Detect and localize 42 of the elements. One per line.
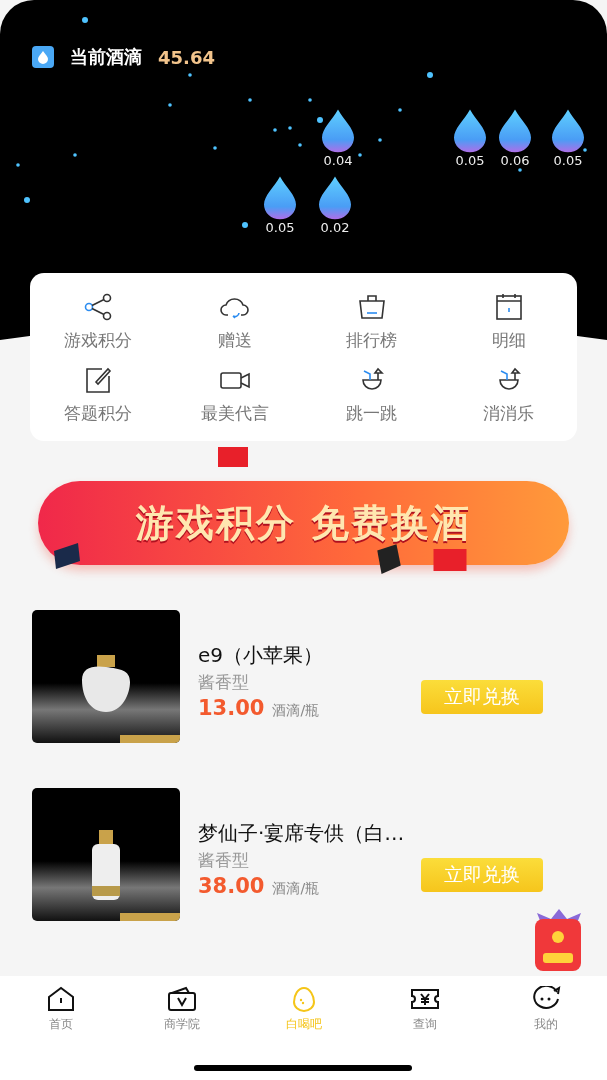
price-unit: 酒滴/瓶 bbox=[272, 701, 320, 720]
banner-title: 游戏积分 免费换酒 bbox=[135, 499, 472, 547]
ticket-icon bbox=[408, 986, 441, 1012]
wallet-icon bbox=[166, 986, 199, 1012]
water-drop-icon[interactable] bbox=[452, 108, 488, 153]
menu-item[interactable]: 明细 bbox=[440, 293, 577, 352]
product-name: 梦仙子·宴席专供（白… bbox=[198, 819, 406, 847]
balance-value: 45.64 bbox=[158, 46, 215, 68]
product-price: 38.00 bbox=[198, 873, 265, 898]
tab-item[interactable]: 商学院 bbox=[121, 986, 243, 1033]
drop-value: 0.05 bbox=[553, 152, 583, 168]
tab-item[interactable]: 首页 bbox=[0, 986, 122, 1033]
product-type: 酱香型 bbox=[198, 848, 250, 872]
price-unit: 酒滴/瓶 bbox=[272, 879, 320, 898]
menu-item[interactable]: 排行榜 bbox=[303, 293, 441, 352]
drop-value: 0.05 bbox=[455, 152, 485, 168]
menu-item[interactable]: 消消乐 bbox=[440, 366, 577, 425]
menu-item[interactable]: 赠送 bbox=[166, 293, 304, 352]
drop-value: 0.05 bbox=[265, 219, 295, 235]
menu-item[interactable]: 游戏积分 bbox=[30, 293, 167, 352]
water-drop-icon[interactable] bbox=[550, 108, 586, 153]
drop-value: 0.04 bbox=[323, 152, 353, 168]
drop-value: 0.02 bbox=[320, 219, 350, 235]
promo-banner[interactable]: 游戏积分 免费换酒 bbox=[38, 481, 569, 565]
envelope-icon bbox=[433, 549, 467, 571]
menu-item[interactable]: 最美代言 bbox=[166, 366, 304, 425]
water-drop-icon[interactable] bbox=[317, 175, 353, 220]
tab-item[interactable]: 我的 bbox=[485, 986, 607, 1033]
water-drop-icon[interactable] bbox=[497, 108, 533, 153]
envelope-icon bbox=[218, 447, 248, 467]
menu-item[interactable]: 答题积分 bbox=[30, 366, 167, 425]
drop-value: 0.06 bbox=[500, 152, 530, 168]
balance-label: 当前酒滴 bbox=[70, 45, 142, 69]
water-drop-icon[interactable] bbox=[320, 108, 356, 153]
menu-item[interactable]: 跳一跳 bbox=[303, 366, 441, 425]
product-price: 13.00 bbox=[198, 695, 265, 720]
water-drop-icon bbox=[32, 46, 54, 68]
water-drop-icon[interactable] bbox=[262, 175, 298, 220]
product-type: 酱香型 bbox=[198, 670, 250, 694]
tab-item[interactable]: 查询 bbox=[364, 986, 486, 1033]
smiley-chat-icon bbox=[530, 986, 563, 1012]
product-name: e9（小苹果） bbox=[198, 641, 325, 669]
